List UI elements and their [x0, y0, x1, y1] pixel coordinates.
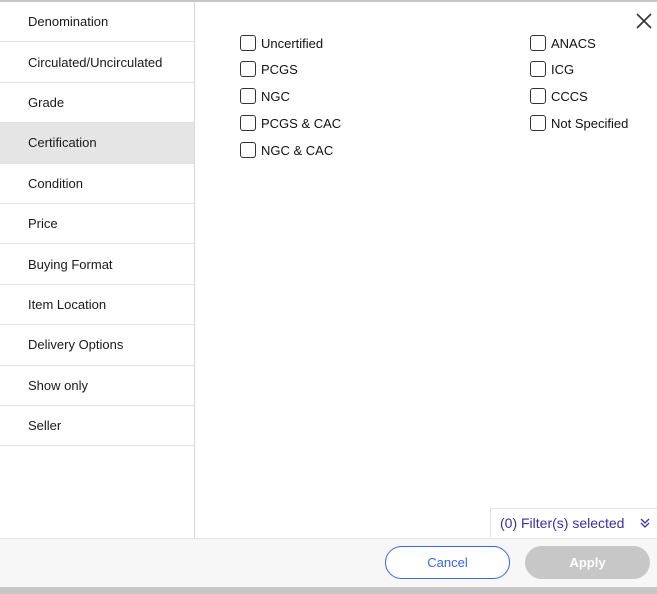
sidebar-item-label: Denomination [28, 14, 109, 30]
cancel-button[interactable]: Cancel [385, 546, 510, 579]
sidebar-item-label: Item Location [28, 296, 107, 312]
option-icg[interactable]: ICG [530, 61, 574, 77]
sidebar-item-certification[interactable]: Certification [0, 123, 194, 164]
option-label: ANACS [551, 35, 596, 51]
sidebar-item-grade[interactable]: Grade [0, 83, 194, 124]
sidebar-item-circulated[interactable]: Circulated/Uncirculated [0, 42, 194, 83]
sidebar-item-label: Certification [28, 135, 97, 151]
checkbox[interactable] [530, 88, 546, 104]
checkbox[interactable] [240, 35, 256, 51]
sidebar-item-label: Circulated/Uncirculated [28, 54, 163, 70]
close-button[interactable] [633, 10, 655, 32]
sidebar-item-delivery-options[interactable]: Delivery Options [0, 325, 194, 366]
apply-button[interactable]: Apply [525, 546, 650, 579]
checkbox[interactable] [240, 88, 256, 104]
sidebar-item-label: Condition [28, 175, 83, 191]
sidebar-item-label: Grade [28, 94, 65, 110]
sidebar-item-label: Seller [28, 418, 62, 434]
filter-category-sidebar: Denomination Circulated/Uncirculated Gra… [0, 2, 195, 538]
option-pcgs[interactable]: PCGS [240, 61, 298, 77]
sidebar-item-price[interactable]: Price [0, 204, 194, 245]
sidebar-item-label: Show only [28, 377, 88, 393]
option-pcgs-cac[interactable]: PCGS & CAC [240, 115, 341, 131]
sidebar-item-buying-format[interactable]: Buying Format [0, 244, 194, 285]
filters-selected-label: (0) Filter(s) selected [500, 515, 625, 531]
sidebar-item-item-location[interactable]: Item Location [0, 285, 194, 326]
bottom-scroll-edge [0, 587, 657, 594]
option-label: Not Specified [551, 115, 629, 131]
option-label: NGC [261, 88, 290, 104]
checkbox[interactable] [240, 142, 256, 158]
option-label: NGC & CAC [261, 142, 334, 158]
option-uncertified[interactable]: Uncertified [240, 35, 323, 51]
option-label: PCGS [261, 61, 298, 77]
option-cccs[interactable]: CCCS [530, 88, 588, 104]
sidebar-item-condition[interactable]: Condition [0, 164, 194, 204]
checkbox[interactable] [530, 35, 546, 51]
sidebar-item-label: Delivery Options [28, 337, 124, 353]
option-label: CCCS [551, 88, 588, 104]
option-not-specified[interactable]: Not Specified [530, 115, 628, 131]
checkbox[interactable] [530, 115, 546, 131]
cancel-label: Cancel [427, 555, 468, 570]
option-label: Uncertified [261, 35, 324, 51]
sidebar-item-denomination[interactable]: Denomination [0, 2, 194, 43]
filters-selected-toggle[interactable]: (0) Filter(s) selected [490, 508, 657, 537]
close-icon [636, 13, 652, 29]
checkbox[interactable] [240, 115, 256, 131]
dialog-footer: Cancel Apply [0, 538, 657, 587]
sidebar-item-show-only[interactable]: Show only [0, 366, 194, 406]
sidebar-item-label: Buying Format [28, 256, 113, 272]
option-ngc[interactable]: NGC [240, 88, 290, 104]
sidebar-item-seller[interactable]: Seller [0, 406, 194, 447]
option-anacs[interactable]: ANACS [530, 35, 596, 51]
option-label: ICG [551, 61, 575, 77]
certification-options-panel [196, 2, 657, 538]
option-ngc-cac[interactable]: NGC & CAC [240, 142, 333, 158]
checkbox[interactable] [530, 61, 546, 77]
checkbox[interactable] [240, 61, 256, 77]
double-chevron-down-icon [640, 518, 650, 528]
sidebar-item-label: Price [28, 216, 58, 232]
apply-label: Apply [569, 555, 606, 570]
option-label: PCGS & CAC [261, 115, 342, 131]
